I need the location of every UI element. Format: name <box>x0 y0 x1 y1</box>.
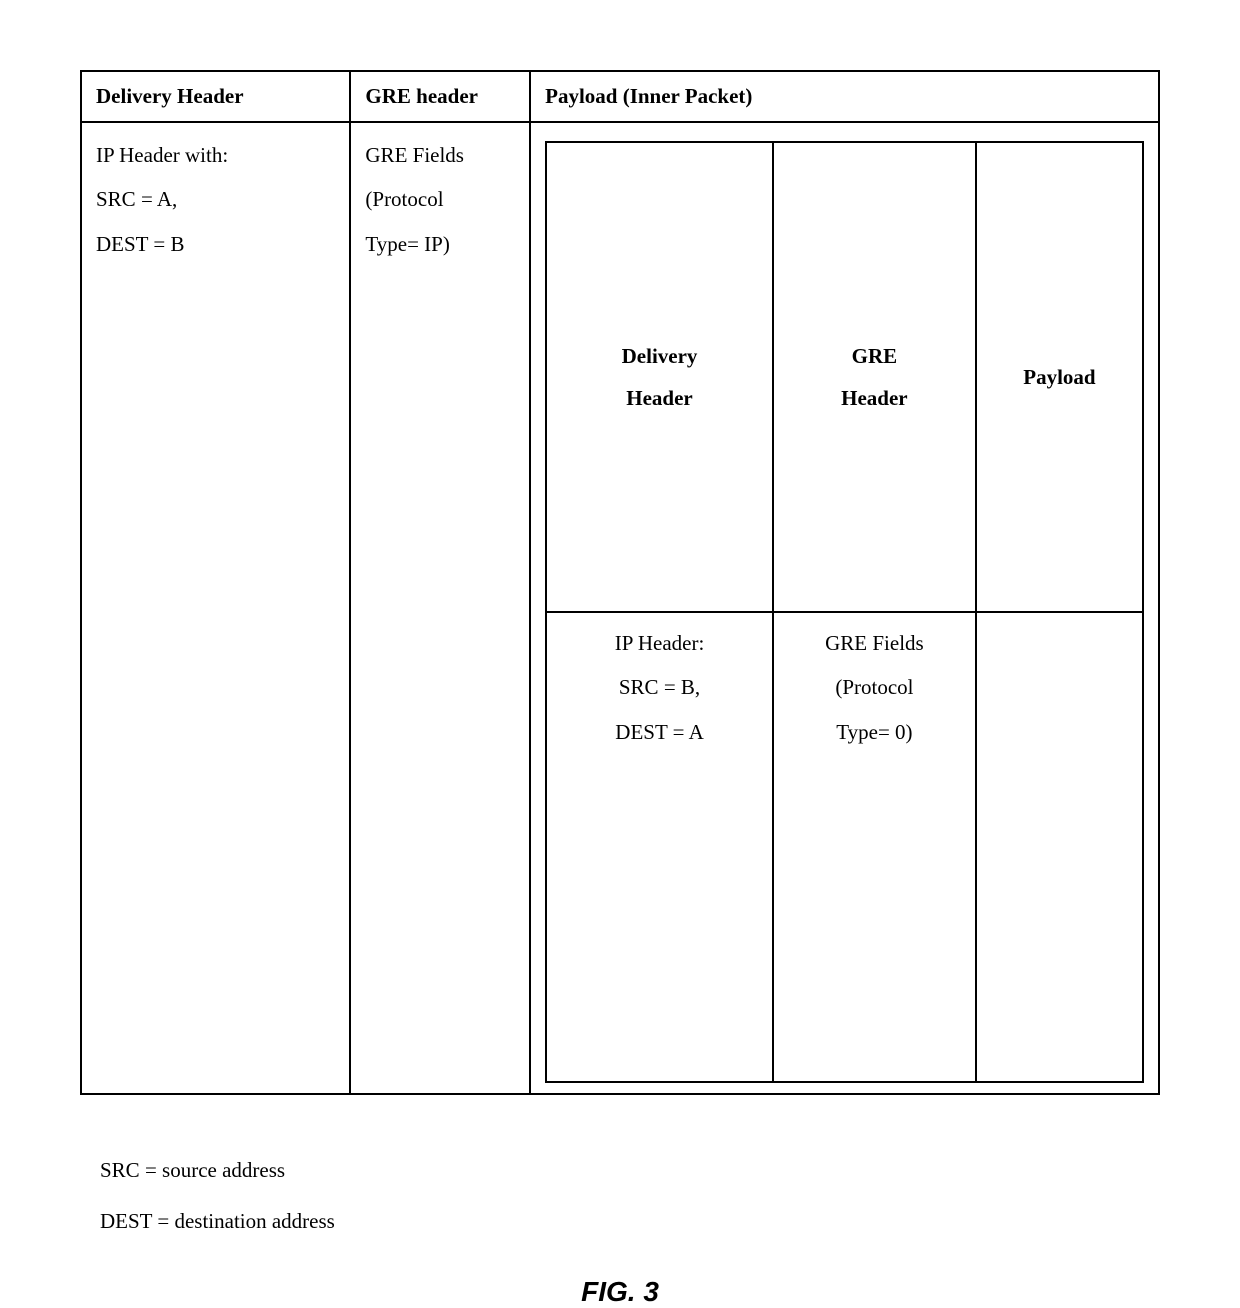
outer-delivery-line3: DEST = B <box>96 222 335 266</box>
outer-delivery-line2: SRC = A, <box>96 177 335 221</box>
outer-packet-table: Delivery Header GRE header Payload (Inne… <box>80 70 1160 1095</box>
outer-header-gre: GRE header <box>350 71 530 122</box>
inner-delivery-cell: IP Header: SRC = B, DEST = A <box>546 612 773 1082</box>
outer-gre-line1: GRE Fields <box>365 133 515 177</box>
inner-header-gre: GRE Header <box>773 142 976 612</box>
inner-gre-line2: (Protocol <box>784 665 965 709</box>
inner-header-delivery-l1: Delivery <box>557 335 762 377</box>
inner-payload-cell <box>976 612 1143 1082</box>
outer-gre-line2: (Protocol <box>365 177 515 221</box>
outer-gre-cell: GRE Fields (Protocol Type= IP) <box>350 122 530 1094</box>
legend-dest: DEST = destination address <box>100 1196 1160 1246</box>
inner-packet-table: Delivery Header GRE Header Payload IP He… <box>545 141 1144 1083</box>
inner-gre-cell: GRE Fields (Protocol Type= 0) <box>773 612 976 1082</box>
inner-header-delivery-l2: Header <box>557 377 762 419</box>
outer-header-payload: Payload (Inner Packet) <box>530 71 1159 122</box>
legend: SRC = source address DEST = destination … <box>100 1145 1160 1246</box>
figure-label: FIG. 3 <box>80 1276 1160 1308</box>
outer-delivery-cell: IP Header with: SRC = A, DEST = B <box>81 122 350 1094</box>
inner-gre-line1: GRE Fields <box>784 621 965 665</box>
inner-header-delivery: Delivery Header <box>546 142 773 612</box>
inner-delivery-line1: IP Header: <box>557 621 762 665</box>
inner-header-payload: Payload <box>976 142 1143 612</box>
inner-header-gre-l1: GRE <box>784 335 965 377</box>
inner-gre-line3: Type= 0) <box>784 710 965 754</box>
outer-header-delivery: Delivery Header <box>81 71 350 122</box>
inner-delivery-line2: SRC = B, <box>557 665 762 709</box>
outer-gre-line3: Type= IP) <box>365 222 515 266</box>
outer-payload-cell: Delivery Header GRE Header Payload IP He… <box>530 122 1159 1094</box>
outer-delivery-line1: IP Header with: <box>96 133 335 177</box>
legend-src: SRC = source address <box>100 1145 1160 1195</box>
inner-delivery-line3: DEST = A <box>557 710 762 754</box>
inner-header-gre-l2: Header <box>784 377 965 419</box>
